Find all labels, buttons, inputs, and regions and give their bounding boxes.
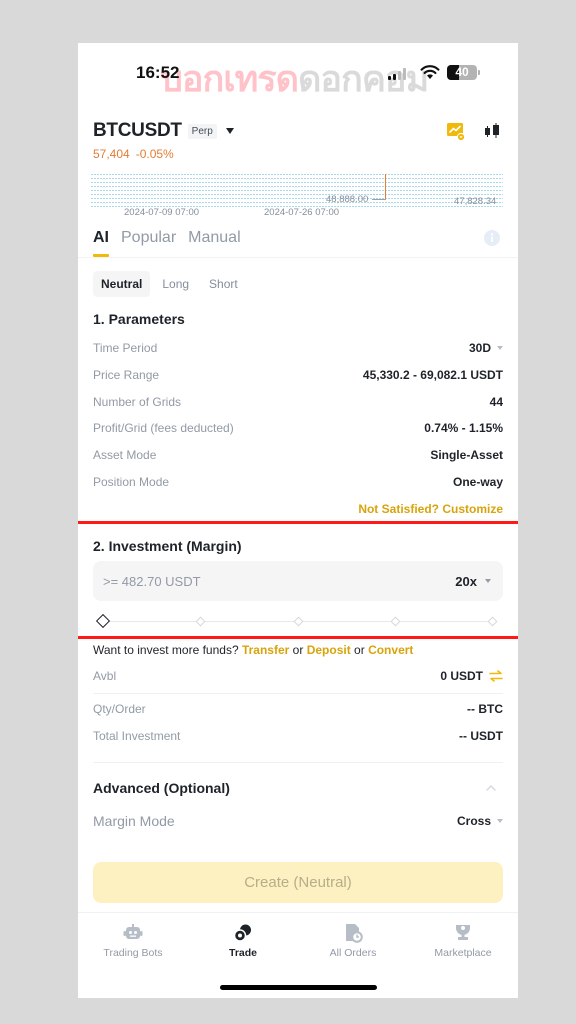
nav-label: Trading Bots [103, 947, 163, 959]
param-label: Position Mode [93, 475, 170, 489]
chart-date-label: 2024-07-26 07:00 [264, 207, 340, 218]
customize-link[interactable]: Not Satisfied? Customize [358, 502, 503, 516]
trade-icon [233, 924, 251, 942]
avbl-label: Avbl [93, 669, 117, 683]
caret-down-icon [497, 819, 503, 823]
param-label: Profit/Grid (fees deducted) [93, 421, 234, 435]
total-label: Total Investment [93, 729, 181, 743]
chart-date-label: 2024-07-09 07:00 [124, 207, 200, 218]
margin-mode-value-wrap: Cross [457, 814, 503, 828]
param-value: One-way [452, 475, 503, 489]
nav-all-orders[interactable]: All Orders [298, 913, 408, 973]
time-period-value: 30D [468, 341, 491, 355]
qty-label: Qty/Order [93, 702, 146, 716]
slider-thumb[interactable] [95, 613, 111, 629]
qty-order-row: Qty/Order -- BTC [93, 700, 503, 718]
param-label: Time Period [93, 341, 158, 355]
info-icon[interactable] [484, 230, 500, 246]
current-price-candle [385, 174, 386, 199]
leverage-selector[interactable]: 20x [455, 574, 491, 589]
nav-label: All Orders [329, 947, 377, 959]
tabs-divider [78, 257, 518, 258]
phone-screen: บอกเทรดดอกคอม 16:52 40 BTCUSDT Perp 57,4… [78, 43, 518, 998]
total-investment-row: Total Investment -- USDT [93, 727, 503, 745]
chart-price-label-mid: 48,888.00 [326, 194, 369, 205]
qty-value: -- BTC [467, 702, 503, 716]
margin-mode-row[interactable]: Margin Mode Cross [93, 811, 503, 831]
tab-popular[interactable]: Popular [121, 229, 176, 257]
direction-neutral[interactable]: Neutral [93, 271, 151, 297]
deposit-link[interactable]: Deposit [307, 643, 351, 657]
orders-icon [346, 924, 363, 943]
convert-link[interactable]: Convert [368, 643, 413, 657]
mini-grid-chart: 48,888.00 47,828.34 2024-07-09 07:00 202… [78, 43, 518, 223]
investment-field: 20x [93, 561, 503, 601]
param-value: 30D [469, 341, 503, 355]
bottom-nav: Trading Bots Trade All Orders Marketplac… [78, 913, 518, 973]
chart-price-label-right: 47,828.34 [454, 196, 497, 207]
tab-manual[interactable]: Manual [188, 229, 240, 257]
direction-long[interactable]: Long [154, 271, 197, 297]
chevron-up-icon[interactable] [486, 784, 496, 791]
price-marker-line [372, 199, 386, 200]
slider-node-25[interactable] [195, 616, 206, 627]
leverage-value: 20x [455, 573, 477, 589]
robot-icon [123, 924, 143, 939]
nav-trade[interactable]: Trade [188, 913, 298, 973]
investment-slider[interactable] [95, 613, 498, 629]
grid-lines [91, 174, 503, 207]
create-button[interactable]: Create (Neutral) [93, 862, 503, 903]
nav-label: Marketplace [434, 947, 492, 959]
investment-title: 2. Investment (Margin) [93, 538, 242, 554]
param-row-profit-grid: Profit/Grid (fees deducted) 0.74% - 1.15… [93, 419, 503, 437]
caret-down-icon [497, 346, 503, 350]
avbl-value-wrap: 0 USDT [440, 669, 503, 683]
slider-node-50[interactable] [293, 616, 304, 627]
param-label: Number of Grids [93, 395, 182, 409]
param-label: Price Range [93, 368, 160, 382]
param-row-asset-mode: Asset Mode Single-Asset [93, 446, 503, 464]
margin-mode-label: Margin Mode [93, 813, 175, 829]
direction-short[interactable]: Short [201, 271, 246, 297]
advanced-title[interactable]: Advanced (Optional) [93, 780, 230, 796]
caret-down-icon [485, 579, 491, 583]
avbl-value: 0 USDT [440, 669, 483, 683]
tab-ai[interactable]: AI [93, 229, 109, 257]
transfer-swap-icon[interactable] [489, 670, 503, 682]
param-row-price-range: Price Range 45,330.2 - 69,082.1 USDT [93, 366, 503, 384]
funds-prompt-text: Want to invest more funds? [93, 643, 239, 657]
param-row-grids: Number of Grids 44 [93, 393, 503, 411]
divider [93, 693, 503, 694]
direction-selector: Neutral Long Short [93, 271, 246, 297]
transfer-link[interactable]: Transfer [242, 643, 289, 657]
trophy-icon [456, 925, 470, 940]
param-label: Asset Mode [93, 448, 157, 462]
slider-node-75[interactable] [390, 616, 401, 627]
nav-label: Trade [228, 947, 257, 959]
home-indicator [220, 985, 377, 990]
nav-trading-bots[interactable]: Trading Bots [78, 913, 188, 973]
nav-marketplace[interactable]: Marketplace [408, 913, 518, 973]
or-text: or [354, 643, 365, 657]
strategy-tabs: AI Popular Manual [93, 229, 241, 257]
param-value: 44 [489, 395, 503, 409]
param-value: Single-Asset [430, 448, 503, 462]
funds-prompt: Want to invest more funds? Transfer or D… [93, 643, 413, 657]
param-value: 0.74% - 1.15% [424, 421, 503, 435]
or-text: or [292, 643, 304, 657]
available-balance-row: Avbl 0 USDT [93, 667, 503, 685]
margin-mode-value: Cross [456, 814, 491, 828]
investment-amount-input[interactable] [103, 573, 353, 589]
param-row-position-mode: Position Mode One-way [93, 473, 503, 491]
divider [93, 762, 503, 763]
param-row-time-period[interactable]: Time Period 30D [93, 339, 503, 357]
slider-node-100[interactable] [487, 616, 498, 627]
parameters-title: 1. Parameters [93, 311, 185, 327]
param-value: 45,330.2 - 69,082.1 USDT [362, 368, 503, 382]
total-value: -- USDT [459, 729, 503, 743]
